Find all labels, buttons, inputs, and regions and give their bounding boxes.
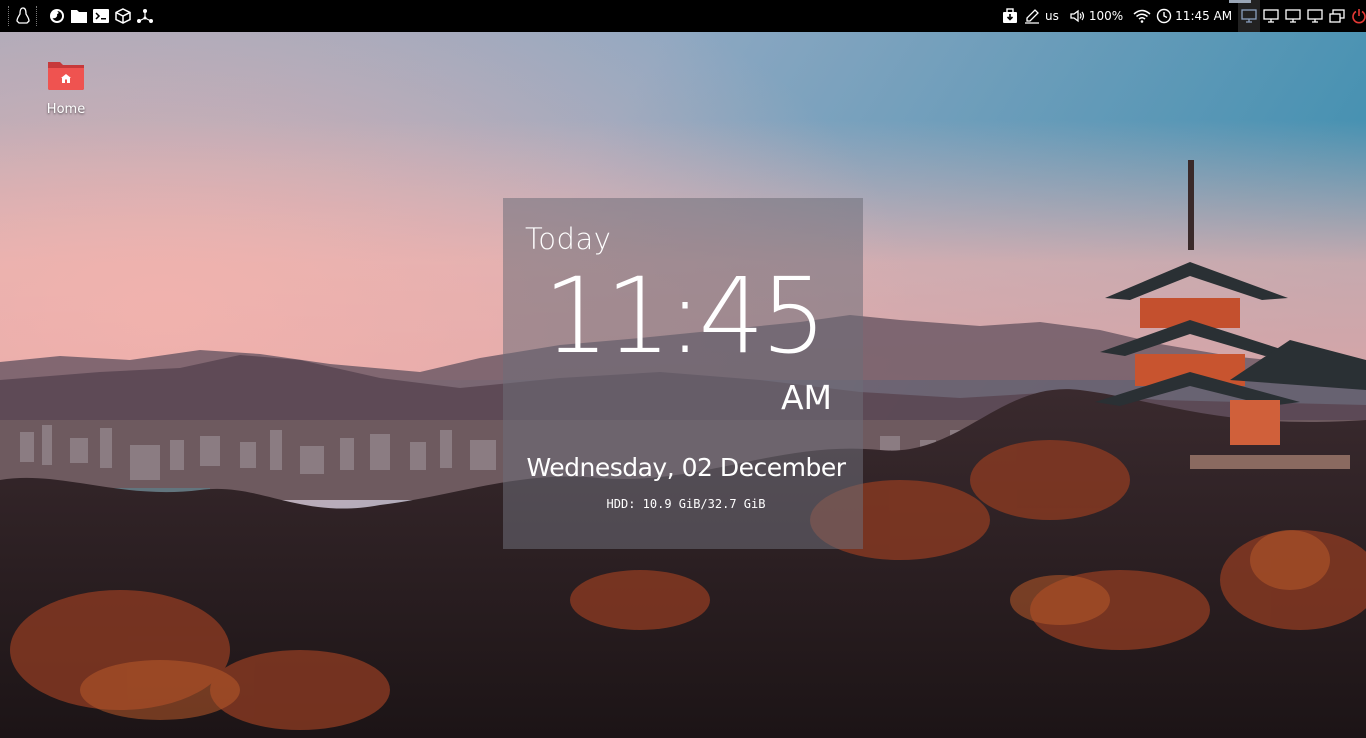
widget-disk-usage: HDD: 10.9 GiB/32.7 GiB [606, 497, 766, 511]
panel-separator [36, 6, 38, 26]
package-icon[interactable] [112, 0, 134, 32]
top-panel: us 100% 11:45 AM [0, 0, 1366, 32]
widget-date: Wednesday, 02 December [526, 453, 846, 482]
window-switcher-icon[interactable] [1326, 0, 1348, 32]
home-folder-icon [46, 56, 86, 92]
widget-ampm: AM [780, 378, 832, 417]
edit-pencil-icon[interactable] [1021, 0, 1043, 32]
volume-level[interactable]: 100% [1089, 9, 1123, 23]
linux-menu-icon[interactable] [12, 0, 34, 32]
clock-widget: Today 11:45 AM Wednesday, 02 December HD… [503, 198, 863, 549]
network-graph-icon[interactable] [134, 0, 156, 32]
clock-icon [1153, 0, 1175, 32]
workspace-1-icon[interactable] [1238, 0, 1261, 32]
panel-clock[interactable]: 11:45 AM [1175, 9, 1232, 23]
active-workspace-indicator [1229, 0, 1251, 3]
system-tray: us 100% 11:45 AM [999, 0, 1366, 32]
keyboard-layout-indicator[interactable]: us [1045, 9, 1059, 23]
panel-separator [8, 6, 10, 26]
power-icon[interactable] [1348, 0, 1366, 32]
desktop-icon-home[interactable]: Home [36, 56, 96, 117]
desktop-icon-label: Home [46, 102, 86, 117]
launcher-group [6, 0, 156, 32]
files-icon[interactable] [68, 0, 90, 32]
terminal-icon[interactable] [90, 0, 112, 32]
widget-time: 11:45 [543, 255, 827, 377]
volume-icon[interactable] [1067, 0, 1089, 32]
workspace-4-icon[interactable] [1304, 0, 1326, 32]
workspace-2-icon[interactable] [1260, 0, 1282, 32]
widget-heading: Today [525, 222, 612, 256]
wifi-icon[interactable] [1131, 0, 1153, 32]
workspace-3-icon[interactable] [1282, 0, 1304, 32]
software-update-icon[interactable] [999, 0, 1021, 32]
firefox-icon[interactable] [46, 0, 68, 32]
